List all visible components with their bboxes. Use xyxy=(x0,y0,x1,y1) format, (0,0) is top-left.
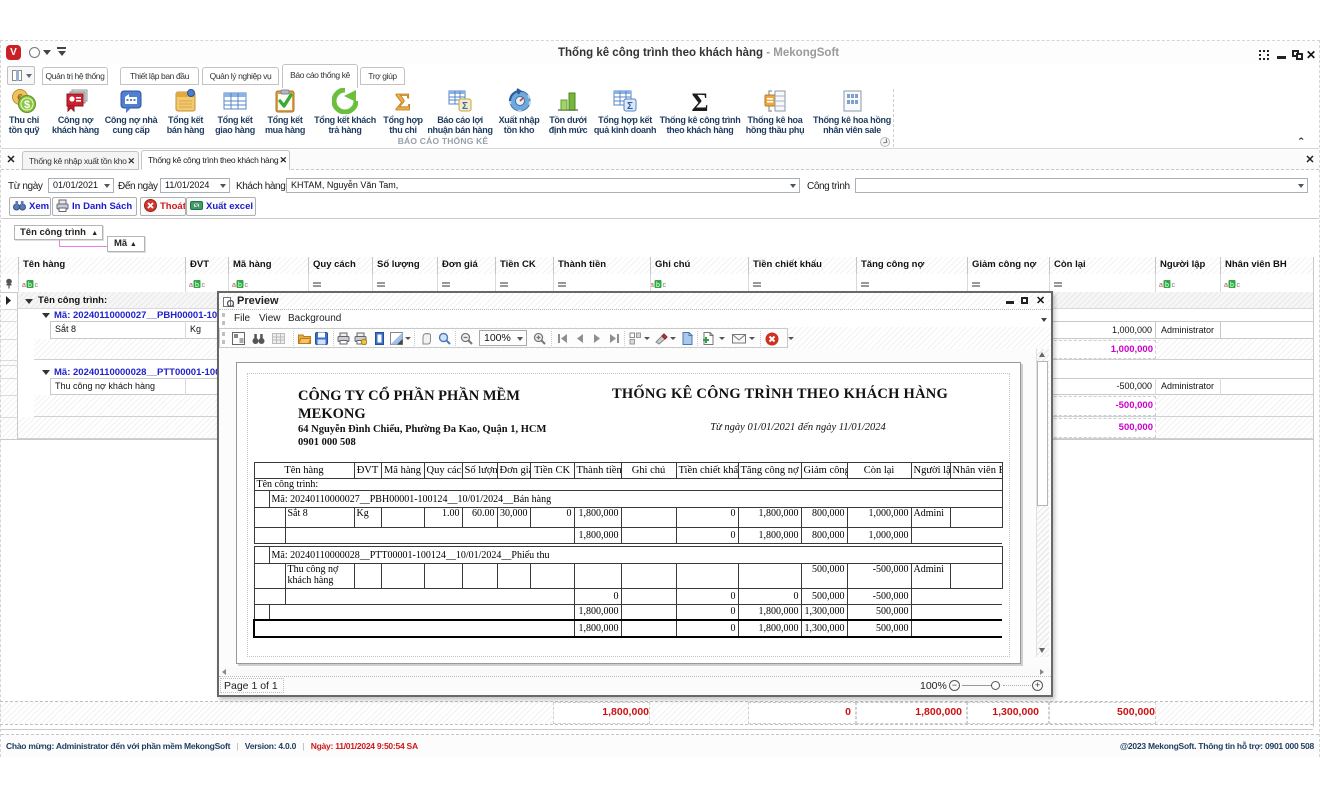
svg-text:b: b xyxy=(656,282,660,289)
svg-text:a: a xyxy=(189,282,193,289)
svg-text:c: c xyxy=(663,282,667,289)
svg-text:Σ: Σ xyxy=(462,101,468,112)
svg-text:c: c xyxy=(35,282,39,289)
svg-text:Σ: Σ xyxy=(627,101,633,112)
svg-text:c: c xyxy=(1172,282,1176,289)
svg-text:a: a xyxy=(1224,282,1228,289)
svg-text:c: c xyxy=(245,282,249,289)
svg-text:a: a xyxy=(232,282,236,289)
svg-text:c: c xyxy=(202,282,206,289)
svg-text:b: b xyxy=(1230,282,1234,289)
svg-text:b: b xyxy=(238,282,242,289)
svg-text:Σ: Σ xyxy=(692,88,709,114)
svg-text:Σ: Σ xyxy=(395,90,411,114)
svg-text:$: $ xyxy=(24,99,30,111)
svg-text:a: a xyxy=(22,282,26,289)
svg-text:b: b xyxy=(1165,282,1169,289)
svg-text:b: b xyxy=(28,282,32,289)
svg-text:b: b xyxy=(195,282,199,289)
svg-text:a: a xyxy=(1159,282,1163,289)
svg-text:c: c xyxy=(1237,282,1241,289)
